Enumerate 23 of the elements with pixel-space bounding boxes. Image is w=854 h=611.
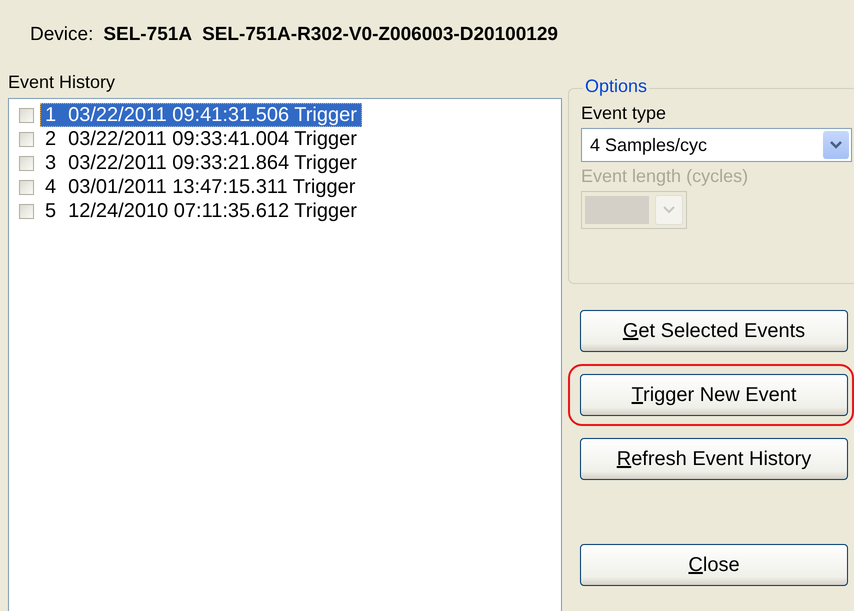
button[interactable]: Get Selected Events: [580, 310, 848, 352]
device-label: Device:: [30, 24, 94, 46]
checkbox[interactable]: [19, 108, 34, 122]
button[interactable]: Refresh Event History: [580, 438, 848, 480]
event-length-dropdown[interactable]: [581, 191, 687, 229]
event-item[interactable]: 2 03/22/2011 09:33:41.004 Trigger: [40, 127, 362, 151]
event-item[interactable]: 1 03/22/2011 09:41:31.506 Trigger: [40, 103, 362, 127]
device-model: SEL-751A: [103, 24, 192, 46]
event-item[interactable]: 4 03/01/2011 13:47:15.311 Trigger: [40, 175, 360, 199]
checkbox[interactable]: [19, 156, 34, 170]
close-button[interactable]: Close: [580, 544, 848, 586]
options-title: Options: [583, 76, 650, 97]
checkbox[interactable]: [19, 204, 34, 218]
event-item[interactable]: 3 03/22/2011 09:33:21.864 Trigger: [40, 151, 362, 175]
checkbox[interactable]: [19, 180, 34, 194]
button[interactable]: Trigger New Event: [580, 374, 848, 416]
event-type-dropdown[interactable]: 4 Samples/cyc: [581, 128, 852, 162]
event-history-label: Event History: [8, 72, 116, 94]
checkbox[interactable]: [19, 132, 34, 146]
event-type-label: Event type: [581, 103, 668, 124]
event-length-label: Event length (cycles): [581, 166, 750, 187]
event-item[interactable]: 5 12/24/2010 07:11:35.612 Trigger: [40, 199, 362, 223]
firmware-id: SEL-751A-R302-V0-Z006003-D20100129: [202, 24, 558, 46]
